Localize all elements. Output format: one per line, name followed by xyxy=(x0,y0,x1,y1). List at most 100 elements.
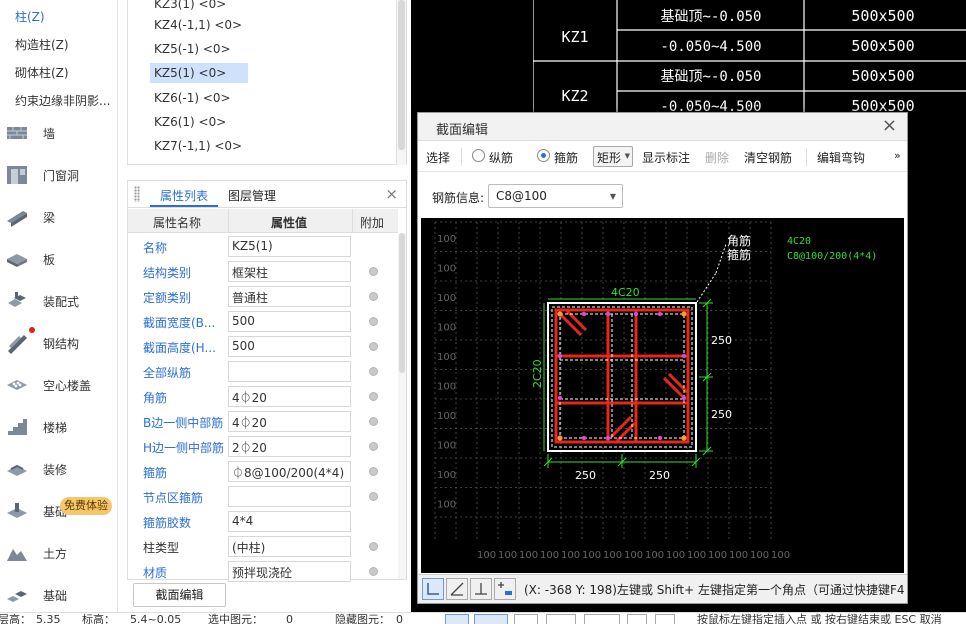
property-row[interactable]: H边一侧中部筋 2⏀20 xyxy=(128,434,398,459)
property-value-input[interactable] xyxy=(228,361,351,382)
toolbar-more-icon[interactable]: » xyxy=(894,149,901,162)
property-extra-checkbox[interactable] xyxy=(369,417,378,426)
select-button[interactable]: 选择 xyxy=(426,149,450,166)
property-value-input[interactable] xyxy=(228,486,351,507)
list-item[interactable]: KZ6(-1) <0> xyxy=(152,88,237,108)
scroll-thumb[interactable] xyxy=(398,0,405,150)
property-value-input[interactable]: 预拌现浇砼 xyxy=(228,561,351,582)
lock-toggle-icon[interactable] xyxy=(655,614,675,624)
property-value-input[interactable]: 框架柱 xyxy=(228,261,351,282)
section-drawing-canvas[interactable]: 250 250 250 250 4C20 2C20 角筋 箍筋 4C20 C8@… xyxy=(421,218,904,573)
property-extra-checkbox[interactable] xyxy=(369,492,378,501)
property-extra-checkbox[interactable] xyxy=(369,442,378,451)
polar-snap-icon[interactable] xyxy=(446,578,468,600)
snap-toggle-icon[interactable] xyxy=(445,614,469,624)
nav-cat-foundation-b[interactable]: 基础 xyxy=(0,575,118,615)
rebar-info-select[interactable]: C8@100 ▼ xyxy=(488,184,623,208)
clear-rebar-button[interactable]: 清空钢筋 xyxy=(744,149,792,166)
property-extra-checkbox[interactable] xyxy=(369,567,378,576)
free-trial-badge[interactable]: 免费体验 xyxy=(60,497,112,515)
nav-cat-steel[interactable]: 钢结构 xyxy=(0,323,118,363)
property-value-input[interactable]: 500 xyxy=(228,336,351,357)
property-row[interactable]: 截面高度(H... 500 xyxy=(128,334,398,359)
nav-sub-constructional-column[interactable]: 构造柱(Z) xyxy=(15,36,69,53)
scroll-thumb[interactable] xyxy=(399,233,405,373)
nav-sub-constraint-edge[interactable]: 约束边缘非阴影... xyxy=(15,92,110,109)
property-extra-checkbox[interactable] xyxy=(369,317,378,326)
list-scrollbar[interactable] xyxy=(396,0,406,165)
property-row[interactable]: 箍筋胶数 4*4 xyxy=(128,509,398,534)
nav-sub-column[interactable]: 柱(Z) xyxy=(15,8,45,25)
list-item[interactable]: KZ5(-1) <0> xyxy=(152,39,237,59)
property-extra-checkbox[interactable] xyxy=(369,267,378,276)
tab-property-list[interactable]: 属性列表 xyxy=(160,187,208,204)
insert-toggle-icon[interactable] xyxy=(584,614,620,624)
nav-cat-beam[interactable]: 梁 xyxy=(0,197,118,237)
nav-cat-earthwork[interactable]: 土方 xyxy=(0,533,118,573)
nav-sub-masonry-column[interactable]: 砌体柱(Z) xyxy=(15,64,69,81)
list-item[interactable]: KZ7(-1,1) <0> xyxy=(152,136,248,156)
list-item[interactable]: KZ3(1) <0> xyxy=(152,0,232,14)
nav-cat-slab[interactable]: 板 xyxy=(0,239,118,279)
longitudinal-radio[interactable] xyxy=(472,149,485,162)
property-row[interactable]: 材质 预拌现浇砼 xyxy=(128,559,398,584)
list-item-selected[interactable]: KZ5(1) <0> xyxy=(150,63,249,83)
nav-cat-wall[interactable]: 墙 xyxy=(0,113,118,153)
property-row[interactable]: 截面宽度(B... 500 xyxy=(128,309,398,334)
property-value-input[interactable]: KZ5(1) xyxy=(228,236,351,257)
property-value-input[interactable]: (中柱) xyxy=(228,536,351,557)
stirrup-label[interactable]: 箍筋 xyxy=(554,149,578,166)
edit-hook-button[interactable]: 编辑弯钩 xyxy=(817,149,865,166)
shape-dropdown[interactable]: 矩形 ▼ xyxy=(593,146,633,167)
tab-layer-management[interactable]: 图层管理 xyxy=(228,187,276,204)
nav-cat-prefab[interactable]: 装配式 xyxy=(0,281,118,321)
property-row[interactable]: 名称 KZ5(1) xyxy=(128,234,398,259)
property-row[interactable]: B边一侧中部筋 4⏀20 xyxy=(128,409,398,434)
property-value-input[interactable]: 4*4 xyxy=(228,511,351,532)
dialog-titlebar[interactable]: 截面编辑 × xyxy=(418,113,907,141)
property-row[interactable]: 箍筋 ⏀8@100/200(4*4) xyxy=(128,459,398,484)
drag-handle-icon[interactable] xyxy=(134,186,140,202)
longitudinal-label[interactable]: 纵筋 xyxy=(489,149,513,166)
layer-toggle-icon[interactable] xyxy=(627,614,647,624)
section-edit-button[interactable]: 截面编辑 xyxy=(133,583,226,607)
property-value-input[interactable]: ⏀8@100/200(4*4) xyxy=(228,461,351,482)
property-extra-checkbox[interactable] xyxy=(369,367,378,376)
beam-icon xyxy=(7,211,27,227)
stirrup-radio[interactable] xyxy=(537,149,550,162)
property-extra-checkbox[interactable] xyxy=(369,542,378,551)
close-icon[interactable]: × xyxy=(882,115,897,136)
property-value-input[interactable]: 4⏀20 xyxy=(228,386,351,407)
ortho-toggle-icon[interactable] xyxy=(546,614,576,624)
property-row[interactable]: 柱类型 (中柱) xyxy=(128,534,398,559)
ortho-snap-icon[interactable] xyxy=(422,578,444,600)
property-value-input[interactable]: 4⏀20 xyxy=(228,411,351,432)
nav-cat-label: 板 xyxy=(43,252,56,267)
property-value-input[interactable]: 2⏀20 xyxy=(228,436,351,457)
close-icon[interactable]: × xyxy=(385,185,398,203)
property-value-input[interactable]: 普通柱 xyxy=(228,286,351,307)
property-row[interactable]: 定额类别 普通柱 xyxy=(128,284,398,309)
insert-point-icon[interactable] xyxy=(494,578,516,600)
list-item[interactable]: KZ4(-1,1) <0> xyxy=(152,15,248,35)
nav-cat-decoration[interactable]: 装修 xyxy=(0,449,118,489)
nav-cat-door-window[interactable]: 门窗洞 xyxy=(0,155,118,195)
property-row[interactable]: 角筋 4⏀20 xyxy=(128,384,398,409)
nav-cat-hollow-floor[interactable]: 空心楼盖 xyxy=(0,365,118,405)
perpendicular-snap-icon[interactable] xyxy=(470,578,492,600)
cross-toggle-icon[interactable] xyxy=(514,614,538,624)
property-extra-checkbox[interactable] xyxy=(369,292,378,301)
property-row[interactable]: 节点区箍筋 xyxy=(128,484,398,509)
list-item[interactable]: KZ6(1) <0> xyxy=(152,112,232,132)
property-scrollbar[interactable] xyxy=(398,233,406,579)
property-extra-checkbox[interactable] xyxy=(369,392,378,401)
property-row[interactable]: 全部纵筋 xyxy=(128,359,398,384)
property-extra-checkbox[interactable] xyxy=(369,342,378,351)
grid-toggle-icon[interactable] xyxy=(474,614,508,624)
delete-button[interactable]: 删除 xyxy=(705,149,729,166)
property-extra-checkbox[interactable] xyxy=(369,467,378,476)
show-label-button[interactable]: 显示标注 xyxy=(642,149,690,166)
property-row[interactable]: 结构类别 框架柱 xyxy=(128,259,398,284)
nav-cat-stairs[interactable]: 楼梯 xyxy=(0,407,118,447)
property-value-input[interactable]: 500 xyxy=(228,311,351,332)
